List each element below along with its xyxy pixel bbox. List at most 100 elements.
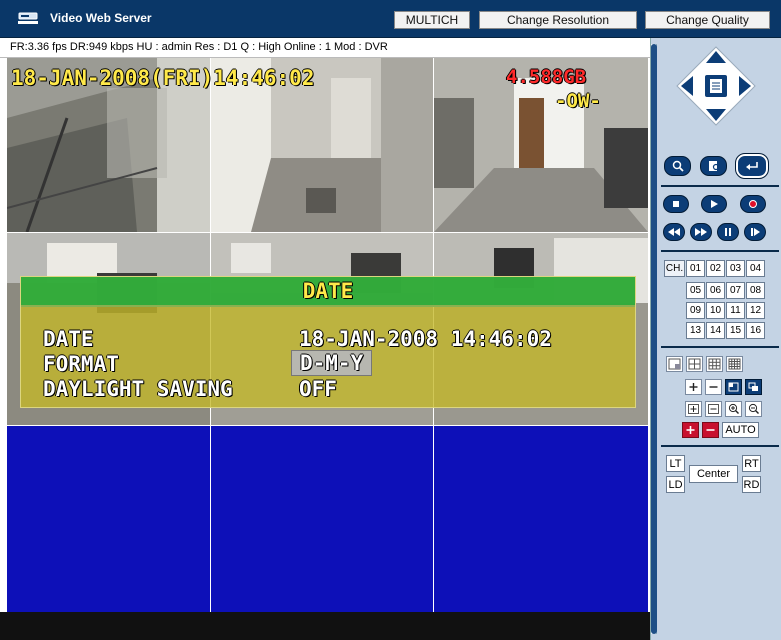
stop-icon: [673, 201, 679, 207]
record-button[interactable]: [740, 195, 766, 213]
panel-scrollbar[interactable]: [651, 44, 657, 634]
menu-daylight-saving-value[interactable]: OFF: [299, 377, 337, 401]
menu-format-value[interactable]: D-M-Y: [291, 350, 373, 376]
menu-date-label: DATE: [43, 327, 94, 351]
panel-divider: [661, 185, 779, 187]
search-record-button[interactable]: [700, 156, 727, 176]
panel-divider: [661, 250, 779, 252]
zoom-out-button[interactable]: [705, 379, 722, 395]
grid-line: [7, 425, 648, 426]
full-view-button[interactable]: [725, 379, 742, 395]
video-bottom-bar: [0, 612, 650, 640]
osd-storage: 4.588GB: [506, 66, 587, 88]
channel-button-02[interactable]: 02: [706, 260, 725, 277]
play-icon: [711, 200, 718, 208]
menu-format-label: FORMAT: [43, 352, 119, 376]
channel-button-07[interactable]: 07: [726, 282, 745, 299]
plus-icon: [686, 426, 695, 434]
minus-icon: [709, 386, 718, 388]
lt-button[interactable]: LT: [666, 455, 685, 472]
rewind-icon: [668, 228, 680, 236]
channel-button-06[interactable]: 06: [706, 282, 725, 299]
layout-single-icon: [668, 358, 681, 370]
layout-nine-icon: [708, 358, 721, 370]
stream-status-text: FR:3.36 fps DR:949 kbps HU : admin Res :…: [10, 41, 388, 53]
return-icon: [746, 162, 758, 170]
search-button[interactable]: [664, 156, 691, 176]
play-button[interactable]: [701, 195, 727, 213]
shrink-button[interactable]: [705, 401, 722, 417]
zoom-in-icon: [728, 403, 739, 414]
video-display[interactable]: 18-JAN-2008(FRI)14:46:02 4.588GB -OW- DA…: [7, 58, 648, 612]
multich-button[interactable]: MULTICH: [394, 11, 470, 29]
menu-daylight-saving-label: DAYLIGHT SAVING: [43, 377, 233, 401]
channel-button-03[interactable]: 03: [726, 260, 745, 277]
zoom-in-button[interactable]: [685, 379, 702, 395]
change-quality-button[interactable]: Change Quality: [645, 11, 770, 29]
step-forward-icon: [751, 228, 760, 236]
zoom-out-icon: [748, 403, 759, 414]
stop-button[interactable]: [663, 195, 689, 213]
rt-button[interactable]: RT: [742, 455, 761, 472]
panel-divider: [661, 346, 779, 348]
magnify-out-button[interactable]: [745, 401, 762, 417]
channel-button-11[interactable]: 11: [726, 302, 745, 319]
control-panel: CH. 01 02 03 04 05 06 07 08 09 10 11 12 …: [650, 38, 781, 640]
shrink-icon: [708, 404, 719, 414]
center-button[interactable]: Center: [689, 465, 738, 483]
app-title: Video Web Server: [50, 11, 152, 25]
window-view-button[interactable]: [745, 379, 762, 395]
channel-button-12[interactable]: 12: [746, 302, 765, 319]
panel-divider: [661, 445, 779, 447]
minus-icon: [706, 429, 715, 431]
channel-button-13[interactable]: 13: [686, 322, 705, 339]
channel-button-10[interactable]: 10: [706, 302, 725, 319]
step-forward-button[interactable]: [744, 223, 766, 241]
layout-sixteen-button[interactable]: [726, 356, 743, 372]
ld-button[interactable]: LD: [666, 476, 685, 493]
ptz-minus-button[interactable]: [702, 422, 719, 438]
channel-button-08[interactable]: 08: [746, 282, 765, 299]
dvr-logo-icon: [18, 11, 38, 25]
grid-line: [7, 232, 648, 233]
rd-button[interactable]: RD: [742, 476, 761, 493]
channel-button-14[interactable]: 14: [706, 322, 725, 339]
search-icon: [672, 160, 684, 172]
fast-forward-button[interactable]: [690, 223, 712, 241]
channel-button-09[interactable]: 09: [686, 302, 705, 319]
layout-quad-button[interactable]: [686, 356, 703, 372]
return-button[interactable]: [735, 153, 769, 179]
channel-label: CH.: [664, 260, 685, 277]
search-record-icon: [708, 161, 719, 171]
osd-menu-header: DATE: [21, 277, 635, 307]
osd-mode: -OW-: [555, 90, 601, 112]
osd-datetime: 18-JAN-2008(FRI)14:46:02: [11, 66, 315, 90]
pause-icon: [725, 228, 731, 236]
magnify-in-button[interactable]: [725, 401, 742, 417]
full-view-icon: [728, 382, 739, 392]
title-bar: Video Web Server MULTICH Change Resoluti…: [0, 0, 781, 38]
channel-button-15[interactable]: 15: [726, 322, 745, 339]
menu-date-value[interactable]: 18-JAN-2008 14:46:02: [299, 327, 552, 351]
expand-button[interactable]: [685, 401, 702, 417]
layout-quad-icon: [688, 358, 701, 370]
osd-date-menu[interactable]: DATE DATE 18-JAN-2008 14:46:02 FORMAT D-…: [20, 276, 636, 408]
plus-icon: [689, 383, 698, 391]
status-bar: FR:3.36 fps DR:949 kbps HU : admin Res :…: [0, 38, 650, 58]
fast-forward-icon: [695, 228, 707, 236]
layout-sixteen-icon: [728, 358, 741, 370]
rewind-button[interactable]: [663, 223, 685, 241]
layout-single-button[interactable]: [666, 356, 683, 372]
ptz-plus-button[interactable]: [682, 422, 699, 438]
change-resolution-button[interactable]: Change Resolution: [479, 11, 637, 29]
channel-button-01[interactable]: 01: [686, 260, 705, 277]
channel-button-05[interactable]: 05: [686, 282, 705, 299]
channel-button-16[interactable]: 16: [746, 322, 765, 339]
auto-button[interactable]: AUTO: [722, 422, 759, 438]
ptz-direction-pad-icon[interactable]: [675, 45, 757, 127]
channel-button-04[interactable]: 04: [746, 260, 765, 277]
layout-nine-button[interactable]: [706, 356, 723, 372]
pause-button[interactable]: [717, 223, 739, 241]
osd-menu-title: DATE: [302, 279, 354, 303]
panel-scrollbar-thumb[interactable]: [651, 44, 657, 634]
